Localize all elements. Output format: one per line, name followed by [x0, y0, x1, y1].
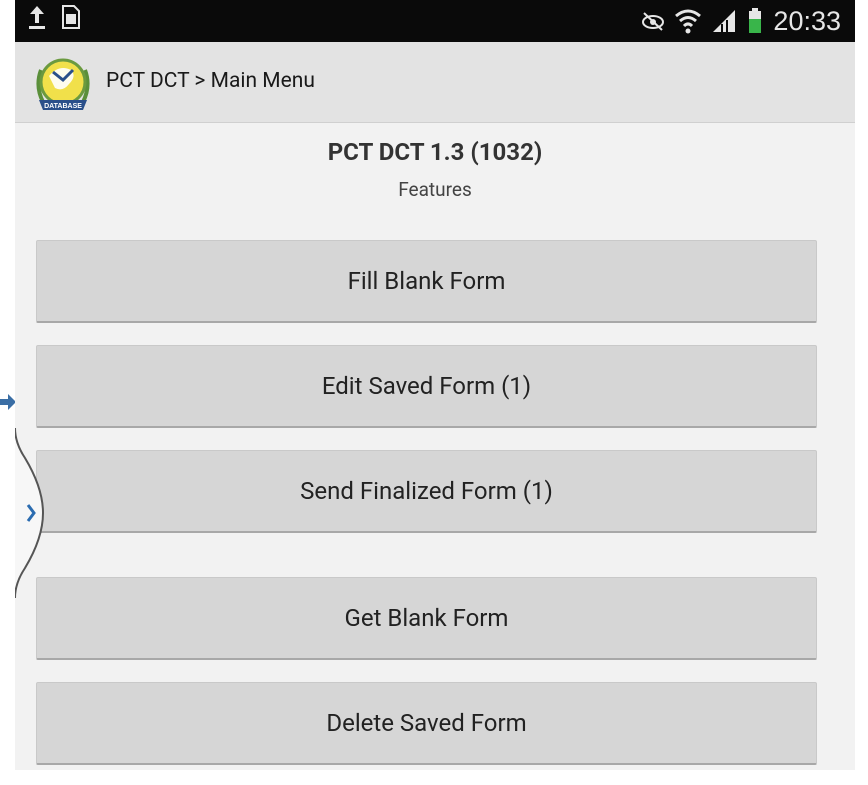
action-bar: DATABASE PCT DCT > Main Menu [15, 42, 855, 123]
app-logo-icon[interactable]: DATABASE [33, 50, 93, 116]
fill-blank-form-button[interactable]: Fill Blank Form [36, 240, 817, 323]
fill-blank-form-label: Fill Blank Form [347, 267, 506, 295]
status-time: 20:33 [773, 5, 841, 36]
delete-saved-form-button[interactable]: Delete Saved Form [36, 682, 817, 765]
features-subtitle: Features [398, 178, 472, 201]
logo-ribbon-text: DATABASE [44, 103, 82, 110]
wifi-icon [675, 9, 702, 34]
upload-icon [29, 6, 45, 29]
sim-icon [62, 5, 80, 29]
send-finalized-form-label: Send Finalized Form (1) [300, 477, 553, 505]
signal-icon [713, 10, 736, 32]
delete-saved-form-label: Delete Saved Form [326, 709, 527, 737]
get-blank-form-button[interactable]: Get Blank Form [36, 577, 817, 660]
edit-saved-form-label: Edit Saved Form (1) [321, 372, 532, 400]
app-screen: 20:33 DATABASE PCT DCT > Main Menu PCT D… [15, 0, 855, 770]
battery-icon [749, 8, 762, 33]
edge-drawer-handle[interactable] [15, 388, 55, 638]
get-blank-form-label: Get Blank Form [344, 604, 509, 632]
edit-saved-form-button[interactable]: Edit Saved Form (1) [36, 345, 817, 428]
status-bar: 20:33 [15, 0, 855, 42]
send-finalized-form-button[interactable]: Send Finalized Form (1) [36, 450, 817, 533]
action-bar-title: PCT DCT > Main Menu [106, 69, 315, 93]
eye-icon [642, 12, 665, 31]
app-version-title: PCT DCT 1.3 (1032) [327, 138, 543, 166]
